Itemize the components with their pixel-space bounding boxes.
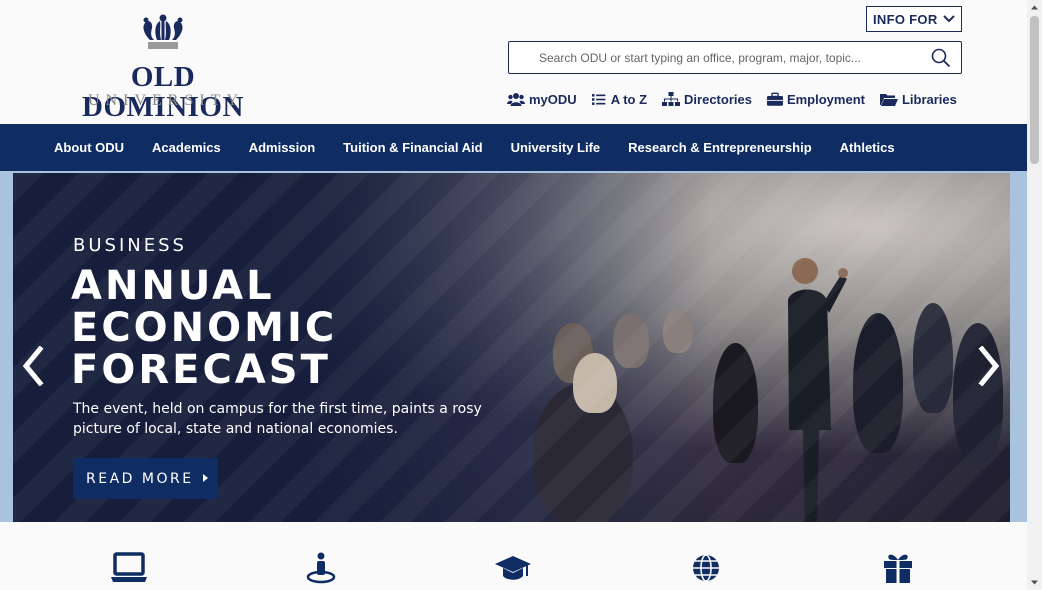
chevron-right-icon[interactable] [976, 346, 1002, 386]
quick-links: myODU A to Z Directories Employment Libr… [507, 89, 957, 109]
chevron-left-icon[interactable] [20, 346, 46, 386]
gift-icon[interactable] [880, 552, 916, 584]
info-for-label: INFO FOR [873, 12, 938, 27]
hero-image: BUSINESS ANNUAL ECONOMIC FORECAST The ev… [13, 173, 1010, 522]
page: OLD DOMINION UNIVERSITY INFO FOR Search … [0, 0, 1042, 590]
info-for-dropdown[interactable]: INFO FOR [866, 6, 962, 32]
hero-title: ANNUAL ECONOMIC FORECAST [71, 265, 491, 391]
odu-logo[interactable]: OLD DOMINION UNIVERSITY [52, 12, 274, 122]
search-input[interactable] [510, 43, 920, 72]
graduation-cap-icon[interactable] [495, 552, 531, 584]
nav-item-research[interactable]: Research & Entrepreneurship [614, 124, 826, 171]
hero-carousel: BUSINESS ANNUAL ECONOMIC FORECAST The ev… [0, 171, 1027, 522]
quicklink-label: Libraries [901, 91, 957, 107]
logo-subtitle: UNIVERSITY [88, 92, 244, 109]
sitemap-icon [662, 91, 681, 106]
quicklink-label: A to Z [610, 91, 648, 107]
read-more-label: READ MORE [86, 471, 194, 487]
quicklink-libraries[interactable]: Libraries [879, 89, 957, 109]
nav-item-university-life[interactable]: University Life [497, 124, 615, 171]
hero-title-line: ANNUAL [71, 263, 275, 309]
scroll-up-icon[interactable] [1027, 0, 1042, 15]
search-icon[interactable] [931, 48, 951, 68]
quicklink-myodu[interactable]: myODU [507, 89, 577, 109]
nav-item-athletics[interactable]: Athletics [826, 124, 909, 171]
caret-right-icon [202, 474, 208, 482]
crown-icon [143, 14, 183, 49]
quicklink-label: myODU [529, 91, 577, 107]
main-navigation: About ODU Academics Admission Tuition & … [0, 124, 1027, 171]
search-box [508, 41, 962, 74]
users-icon [507, 92, 525, 106]
folder-open-icon [879, 93, 898, 106]
quicklink-directories[interactable]: Directories [662, 89, 752, 109]
vertical-scrollbar[interactable] [1027, 0, 1042, 590]
feature-links [0, 522, 1027, 590]
read-more-button[interactable]: READ MORE [73, 458, 218, 499]
quicklink-label: Employment [786, 91, 865, 107]
list-icon [591, 93, 606, 105]
site-header: OLD DOMINION UNIVERSITY INFO FOR Search … [0, 0, 1027, 124]
nav-item-academics[interactable]: Academics [138, 124, 235, 171]
hero-description: The event, held on campus for the first … [73, 401, 482, 437]
nav-item-tuition[interactable]: Tuition & Financial Aid [329, 124, 496, 171]
scrollbar-thumb[interactable] [1030, 16, 1039, 164]
laptop-icon[interactable] [111, 552, 147, 584]
hero-title-line: FORECAST [71, 347, 331, 393]
chevron-down-icon [943, 15, 955, 23]
briefcase-icon [766, 92, 783, 106]
globe-icon[interactable] [688, 552, 724, 584]
scroll-down-icon[interactable] [1027, 575, 1042, 590]
quicklink-label: Directories [684, 91, 752, 107]
quicklink-employment[interactable]: Employment [766, 89, 865, 109]
hero-title-line: ECONOMIC [71, 305, 338, 351]
person-location-icon[interactable] [303, 552, 339, 584]
hero-kicker: BUSINESS [73, 235, 187, 256]
quicklink-a-to-z[interactable]: A to Z [591, 89, 648, 109]
nav-item-admission[interactable]: Admission [235, 124, 329, 171]
nav-item-about-odu[interactable]: About ODU [40, 124, 138, 171]
